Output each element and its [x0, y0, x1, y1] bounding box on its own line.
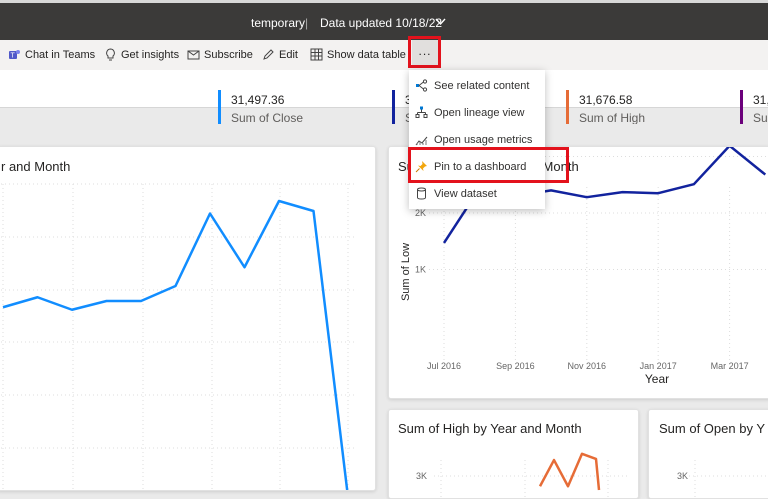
chart-card-open[interactable]: Sum of Open by Y 3K: [648, 409, 768, 499]
menu-item-see-related-content[interactable]: See related content: [409, 72, 545, 99]
line-chart-close: [0, 147, 376, 491]
lineage-icon: [415, 106, 428, 119]
workspace-name: temporary: [251, 16, 305, 30]
mail-icon: [187, 48, 200, 61]
y-tick-label: 3K: [677, 471, 688, 481]
line-chart-high: 3K: [389, 410, 639, 499]
chevron-down-icon[interactable]: [435, 18, 446, 26]
y-axis-label: Sum of Low: [400, 243, 412, 301]
teams-icon: T: [8, 48, 21, 61]
chart-card-close[interactable]: r and Month: [0, 146, 376, 491]
pin-icon: [415, 160, 428, 173]
x-tick-label: Sep 2016: [496, 361, 535, 371]
svg-text:T: T: [11, 53, 16, 60]
top-bar: temporary | Data updated 10/18/22: [0, 0, 768, 40]
kpi-card[interactable]: 31,Sum of: [740, 90, 768, 124]
action-toolbar: T Chat in Teams Get insights Subscribe E…: [0, 40, 768, 70]
database-icon: [415, 187, 428, 200]
show-data-table-button[interactable]: Show data table: [310, 48, 406, 61]
subscribe-button[interactable]: Subscribe: [187, 48, 253, 61]
x-tick-label: Jan 2017: [640, 361, 677, 371]
chat-in-teams-button[interactable]: T Chat in Teams: [8, 48, 95, 61]
chart-card-high[interactable]: Sum of High by Year and Month 3K: [388, 409, 639, 499]
edit-button[interactable]: Edit: [262, 48, 298, 61]
data-updated-dropdown[interactable]: Data updated 10/18/22: [320, 16, 442, 30]
x-tick-label: Jul 2016: [427, 361, 461, 371]
kpi-card[interactable]: 31,676.58Sum of High: [566, 90, 726, 124]
table-icon: [310, 48, 323, 61]
usage-metrics-icon: [415, 133, 428, 146]
line-chart-open: 3K: [649, 410, 768, 499]
y-tick-label: 3K: [416, 471, 427, 481]
more-options-button[interactable]: ...: [412, 40, 438, 65]
separator: |: [305, 16, 308, 30]
related-content-icon: [415, 79, 428, 92]
y-tick-label: 2K: [415, 208, 426, 218]
series-line: [3, 201, 348, 491]
x-tick-label: Nov 2016: [568, 361, 607, 371]
lightbulb-icon: [104, 48, 117, 61]
menu-item-pin-to-dashboard[interactable]: Pin to a dashboard: [409, 153, 545, 180]
pencil-icon: [262, 48, 275, 61]
menu-item-open-lineage-view[interactable]: Open lineage view: [409, 99, 545, 126]
y-tick-label: 1K: [415, 265, 426, 275]
kpi-card[interactable]: 31,497.36Sum of Close: [218, 90, 378, 124]
menu-item-view-dataset[interactable]: View dataset: [409, 180, 545, 207]
get-insights-button[interactable]: Get insights: [104, 48, 179, 61]
menu-item-open-usage-metrics[interactable]: Open usage metrics: [409, 126, 545, 153]
more-options-menu: See related content Open lineage view Op…: [409, 70, 545, 209]
x-tick-label: Mar 2017: [711, 361, 749, 371]
x-axis-label: Year: [645, 372, 669, 386]
